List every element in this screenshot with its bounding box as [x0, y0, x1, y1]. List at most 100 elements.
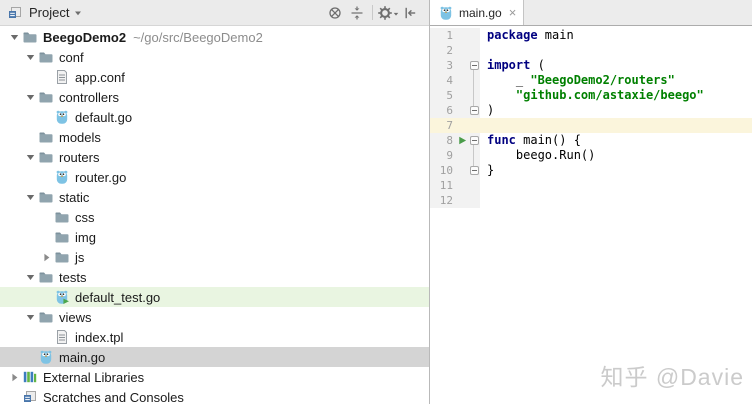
fold-column [468, 43, 480, 58]
tree-item-default-go[interactable]: default.go [0, 107, 429, 127]
tree-arrow-spacer [39, 69, 54, 85]
tree-item-js[interactable]: js [0, 247, 429, 267]
gutter-spacer [456, 73, 468, 88]
code-line-7[interactable]: 7 [430, 118, 752, 133]
ide-window: Project BeegoDemo2~/go/src/BeegoDemo2con… [0, 0, 752, 404]
tree-arrow-spacer [39, 329, 54, 345]
tree-arrow-spacer [23, 349, 38, 365]
gutter-spacer [456, 88, 468, 103]
tree-item-controllers[interactable]: controllers [0, 87, 429, 107]
code-line-5[interactable]: 5 "github.com/astaxie/beego" [430, 88, 752, 103]
toolbar-separator [372, 5, 373, 20]
tree-item-main-go[interactable]: main.go [0, 347, 429, 367]
collapse-all-button[interactable] [346, 3, 368, 23]
line-number: 5 [430, 88, 456, 103]
tree-item-external-libraries[interactable]: External Libraries [0, 367, 429, 387]
code-text [480, 43, 752, 58]
code-line-6[interactable]: 6) [430, 103, 752, 118]
gutter-spacer [456, 148, 468, 163]
tree-item-beegodemo2[interactable]: BeegoDemo2~/go/src/BeegoDemo2 [0, 27, 429, 47]
run-main-icon[interactable] [456, 133, 468, 148]
fold-collapse-icon[interactable] [470, 136, 479, 145]
folder-icon [38, 89, 54, 105]
code-line-8[interactable]: 8func main() { [430, 133, 752, 148]
tree-item-label: Scratches and Consoles [43, 390, 184, 404]
tab-main-go[interactable]: main.go × [430, 0, 524, 25]
code-line-12[interactable]: 12 [430, 193, 752, 208]
chevron-down-icon[interactable] [74, 9, 82, 17]
tree-item-label: js [75, 250, 84, 265]
locate-icon [327, 5, 343, 21]
editor-area: main.go × 1package main23import (4 _ "Be… [430, 0, 752, 404]
tree-item-tests[interactable]: tests [0, 267, 429, 287]
tree-item-label: index.tpl [75, 330, 123, 345]
gutter-spacer [456, 118, 468, 133]
fold-end-icon[interactable] [470, 106, 479, 115]
fold-column [468, 88, 480, 103]
fold-column [468, 118, 480, 133]
fold-column [468, 163, 480, 178]
folder-icon [38, 309, 54, 325]
tree-item-conf[interactable]: conf [0, 47, 429, 67]
code-line-11[interactable]: 11 [430, 178, 752, 193]
tree-item-views[interactable]: views [0, 307, 429, 327]
tree-item-routers[interactable]: routers [0, 147, 429, 167]
tree-item-scratches-and-consoles[interactable]: Scratches and Consoles [0, 387, 429, 404]
project-panel-title[interactable]: Project [29, 5, 69, 20]
tree-item-label: default_test.go [75, 290, 160, 305]
gutter-spacer [456, 193, 468, 208]
chevron-down-icon[interactable] [7, 29, 22, 45]
chevron-down-icon[interactable] [23, 309, 38, 325]
tab-label: main.go [459, 6, 502, 20]
code-editor[interactable]: 1package main23import (4 _ "BeegoDemo2/r… [430, 26, 752, 404]
tree-item-label: css [75, 210, 95, 225]
code-text: _ "BeegoDemo2/routers" [480, 73, 752, 88]
tree-arrow-spacer [7, 389, 22, 404]
code-line-1[interactable]: 1package main [430, 28, 752, 43]
folder-icon [38, 129, 54, 145]
go-file-icon [38, 349, 54, 365]
chevron-down-icon[interactable] [23, 49, 38, 65]
tree-item-label: routers [59, 150, 99, 165]
chevron-down-icon[interactable] [23, 189, 38, 205]
code-line-2[interactable]: 2 [430, 43, 752, 58]
locate-file-button[interactable] [324, 3, 346, 23]
line-number: 10 [430, 163, 456, 178]
tree-item-label: models [59, 130, 101, 145]
tree-arrow-spacer [39, 109, 54, 125]
code-line-4[interactable]: 4 _ "BeegoDemo2/routers" [430, 73, 752, 88]
tree-arrow-spacer [39, 209, 54, 225]
close-tab-icon[interactable]: × [509, 6, 517, 19]
chevron-right-icon[interactable] [7, 369, 22, 385]
gutter-spacer [456, 58, 468, 73]
tree-item-app-conf[interactable]: app.conf [0, 67, 429, 87]
code-text: beego.Run() [480, 148, 752, 163]
code-text [480, 178, 752, 193]
tree-item-static[interactable]: static [0, 187, 429, 207]
folder-icon [54, 229, 70, 245]
tree-item-label: views [59, 310, 92, 325]
code-text: ) [480, 103, 752, 118]
tree-item-label: External Libraries [43, 370, 144, 385]
chevron-right-icon[interactable] [39, 249, 54, 265]
fold-collapse-icon[interactable] [470, 61, 479, 70]
hide-panel-button[interactable] [399, 3, 421, 23]
tree-item-css[interactable]: css [0, 207, 429, 227]
chevron-down-icon[interactable] [23, 149, 38, 165]
settings-button[interactable] [377, 3, 399, 23]
code-line-3[interactable]: 3import ( [430, 58, 752, 73]
fold-end-icon[interactable] [470, 166, 479, 175]
tree-item-img[interactable]: img [0, 227, 429, 247]
code-line-10[interactable]: 10} [430, 163, 752, 178]
tree-arrow-spacer [39, 289, 54, 305]
project-panel-header: Project [0, 0, 429, 26]
tree-item-label: default.go [75, 110, 132, 125]
tree-item-models[interactable]: models [0, 127, 429, 147]
line-number: 4 [430, 73, 456, 88]
tree-item-default-test-go[interactable]: default_test.go [0, 287, 429, 307]
tree-item-router-go[interactable]: router.go [0, 167, 429, 187]
chevron-down-icon[interactable] [23, 89, 38, 105]
tree-item-index-tpl[interactable]: index.tpl [0, 327, 429, 347]
code-line-9[interactable]: 9 beego.Run() [430, 148, 752, 163]
chevron-down-icon[interactable] [23, 269, 38, 285]
